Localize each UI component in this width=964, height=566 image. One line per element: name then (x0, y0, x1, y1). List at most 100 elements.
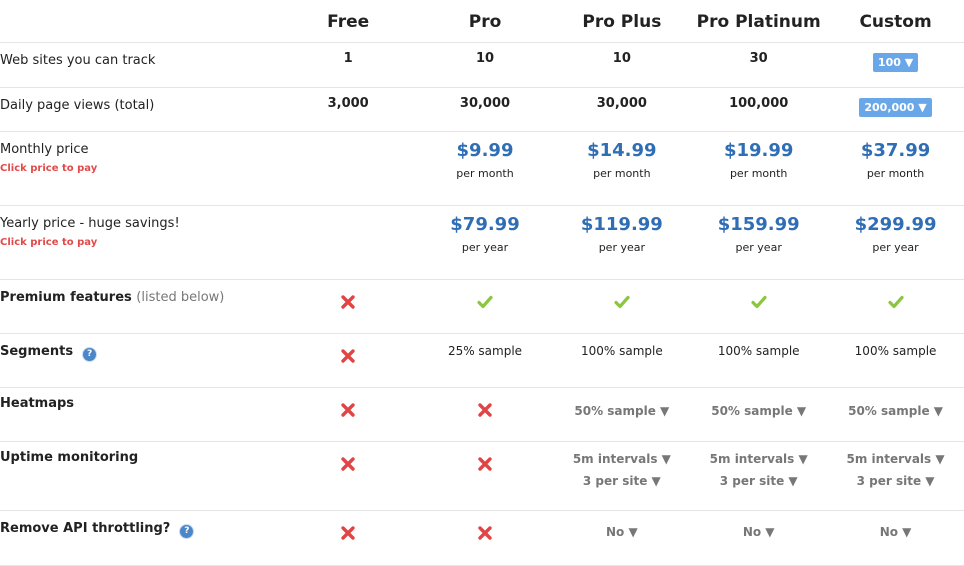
cross-icon (340, 402, 356, 418)
api-pro-plus-dropdown[interactable]: No ▼ (606, 525, 638, 539)
monthly-period-pro: per month (456, 167, 514, 180)
row-label-heatmaps: Heatmaps (0, 387, 280, 442)
uptime-interval-pro-plus-dropdown[interactable]: 5m intervals ▼ (553, 452, 690, 466)
check-icon (887, 294, 904, 310)
premium-pro-plus (553, 279, 691, 334)
yearly-period-pro-plus: per year (598, 241, 645, 254)
row-monthly-price: Monthly price Click price to pay $9.99 p… (0, 131, 964, 206)
websites-custom-cell: 100 ▼ (827, 42, 964, 88)
uptime-sites-pro-plus-dropdown[interactable]: 3 per site ▼ (553, 474, 690, 488)
uptime-pro-plus-cell: 5m intervals ▼ 3 per site ▼ (553, 441, 691, 511)
row-label-api: Remove API throttling?? (0, 510, 280, 566)
cross-icon (477, 456, 493, 472)
row-premium-features: Premium features (listed below) (0, 279, 964, 334)
monthly-price-custom[interactable]: $37.99 (827, 140, 964, 161)
api-free (279, 510, 417, 566)
header-spacer (0, 0, 280, 43)
row-uptime: Uptime monitoring 5m intervals ▼ 3 per s… (0, 441, 964, 511)
premium-label-text: Premium features (0, 290, 132, 305)
pageviews-custom-dropdown[interactable]: 200,000 ▼ (859, 98, 932, 117)
help-icon[interactable]: ? (180, 525, 194, 538)
monthly-period-pro-platinum: per month (729, 167, 788, 180)
monthly-pro: $9.99 per month (416, 131, 554, 206)
monthly-free (279, 131, 417, 206)
api-pro-platinum-dropdown[interactable]: No ▼ (743, 525, 775, 539)
yearly-period-pro-platinum: per year (735, 241, 782, 254)
plan-name-pro-platinum: Pro Platinum (696, 12, 821, 32)
monthly-pro-plus: $14.99 per month (553, 131, 691, 206)
monthly-label-text: Monthly price (0, 142, 89, 157)
premium-free (279, 279, 417, 334)
pageviews-custom-cell: 200,000 ▼ (827, 87, 964, 132)
heatmaps-pro-platinum-dropdown[interactable]: 50% sample ▼ (711, 404, 806, 418)
check-icon (477, 294, 493, 310)
yearly-price-pro-platinum[interactable]: $159.99 (690, 214, 827, 235)
api-pro-plus-cell: No ▼ (553, 510, 691, 566)
yearly-period-pro: per year (461, 241, 509, 254)
uptime-custom-cell: 5m intervals ▼ 3 per site ▼ (827, 441, 964, 511)
pageviews-pro: 30,000 (416, 87, 554, 132)
heatmaps-pro-platinum-cell: 50% sample ▼ (690, 387, 828, 442)
check-icon (751, 294, 767, 310)
yearly-pro-plus: $119.99 per year (553, 205, 691, 280)
heatmaps-custom-dropdown[interactable]: 50% sample ▼ (848, 404, 943, 418)
row-label-websites: Web sites you can track (0, 42, 280, 88)
cross-icon (340, 456, 356, 472)
uptime-pro-platinum-cell: 5m intervals ▼ 3 per site ▼ (690, 441, 828, 511)
monthly-price-pro[interactable]: $9.99 (417, 140, 554, 161)
pageviews-pro-platinum: 100,000 (690, 87, 828, 132)
cross-icon (340, 348, 356, 364)
cross-icon (477, 402, 493, 418)
plan-name-free: Free (327, 12, 370, 32)
monthly-price-pro-plus[interactable]: $14.99 (553, 140, 690, 161)
cross-icon (340, 294, 356, 310)
premium-pro (416, 279, 554, 334)
api-pro (416, 510, 554, 566)
premium-label-note: (listed below) (136, 290, 225, 305)
premium-custom (827, 279, 964, 334)
websites-custom-dropdown[interactable]: 100 ▼ (872, 53, 919, 72)
uptime-free (279, 441, 417, 511)
check-icon (614, 294, 630, 310)
row-label-monthly: Monthly price Click price to pay (0, 131, 280, 206)
uptime-interval-custom-dropdown[interactable]: 5m intervals ▼ (827, 452, 964, 466)
yearly-label-text: Yearly price - huge savings! (0, 216, 180, 231)
row-label-yearly: Yearly price - huge savings! Click price… (0, 205, 280, 280)
monthly-price-pro-platinum[interactable]: $19.99 (690, 140, 827, 161)
monthly-period-pro-plus: per month (593, 167, 651, 180)
heatmaps-pro (416, 387, 554, 442)
yearly-price-custom[interactable]: $299.99 (827, 214, 964, 235)
yearly-pro: $79.99 per year (416, 205, 554, 280)
websites-free: 1 (279, 42, 417, 88)
uptime-interval-pro-platinum-dropdown[interactable]: 5m intervals ▼ (690, 452, 827, 466)
heatmaps-pro-plus-dropdown[interactable]: 50% sample ▼ (574, 404, 669, 418)
segments-pro-platinum: 100% sample (690, 333, 828, 388)
websites-pro: 10 (416, 42, 554, 88)
api-custom-dropdown[interactable]: No ▼ (880, 525, 912, 539)
help-icon[interactable]: ? (83, 348, 97, 361)
heatmaps-free (279, 387, 417, 442)
yearly-pro-platinum: $159.99 per year (690, 205, 828, 280)
monthly-pay-hint: Click price to pay (0, 163, 98, 174)
heatmaps-pro-plus-cell: 50% sample ▼ (553, 387, 691, 442)
yearly-free (279, 205, 417, 280)
api-custom-cell: No ▼ (827, 510, 964, 566)
row-label-segments: Segments? (0, 333, 280, 388)
yearly-price-pro-plus[interactable]: $119.99 (553, 214, 690, 235)
yearly-custom: $299.99 per year (827, 205, 964, 280)
uptime-sites-custom-dropdown[interactable]: 3 per site ▼ (827, 474, 964, 488)
segments-free (279, 333, 417, 388)
yearly-price-pro[interactable]: $79.99 (417, 214, 554, 235)
pageviews-pro-plus: 30,000 (553, 87, 691, 132)
websites-pro-plus: 10 (553, 42, 691, 88)
yearly-pay-hint: Click price to pay (0, 237, 98, 248)
monthly-pro-platinum: $19.99 per month (690, 131, 828, 206)
row-label-uptime: Uptime monitoring (0, 441, 280, 511)
segments-custom: 100% sample (827, 333, 964, 388)
segments-label-text: Segments (0, 344, 74, 359)
row-api-throttling: Remove API throttling?? No ▼ No ▼ No ▼ (0, 510, 964, 566)
plan-name-pro: Pro (468, 12, 502, 32)
uptime-sites-pro-platinum-dropdown[interactable]: 3 per site ▼ (690, 474, 827, 488)
row-label-premium: Premium features (listed below) (0, 279, 280, 334)
plan-header-row: Free Pro Pro Plus Pro Platinum Custom (0, 0, 964, 43)
